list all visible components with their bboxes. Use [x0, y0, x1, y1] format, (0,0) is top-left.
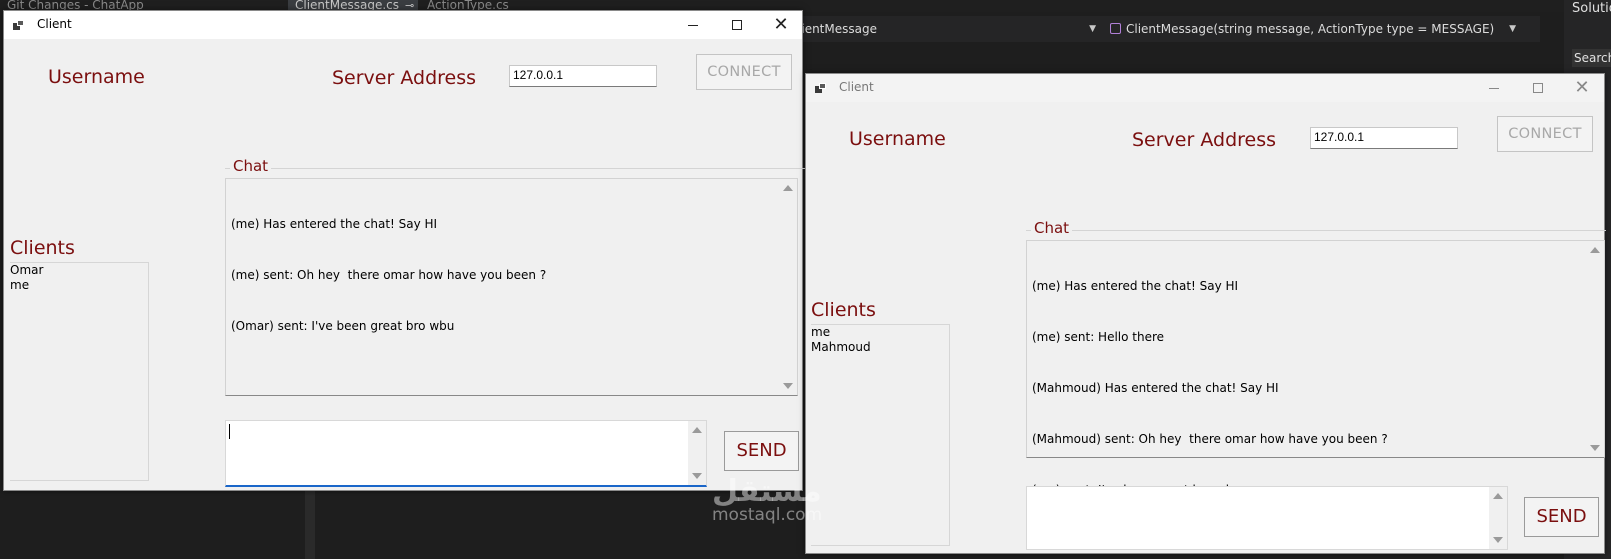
maximize-icon [1533, 83, 1543, 93]
clients-list[interactable]: Omar me [10, 262, 149, 481]
solution-explorer-title: Solutio [1572, 1, 1611, 16]
scroll-down-icon[interactable] [1590, 445, 1600, 451]
server-address-input[interactable]: 127.0.0.1 [509, 65, 657, 87]
scroll-down-icon[interactable] [692, 473, 702, 479]
chat-lines: (me) Has entered the chat! Say HI (me) s… [231, 182, 775, 369]
close-button[interactable]: ✕ [759, 11, 803, 39]
scroll-down-icon[interactable] [1493, 537, 1503, 543]
scroll-up-icon[interactable] [692, 427, 702, 433]
chat-line: (me) Has entered the chat! Say HI [231, 217, 438, 231]
maximize-button[interactable] [715, 11, 759, 39]
list-item[interactable]: me [10, 278, 148, 293]
send-button[interactable]: SEND [724, 431, 799, 471]
send-button[interactable]: SEND [1524, 497, 1599, 537]
chat-line: (me) Has entered the chat! Say HI [1032, 279, 1239, 293]
minimize-button[interactable] [1472, 74, 1516, 102]
maximize-icon [732, 20, 742, 30]
title-bar[interactable]: Client ✕ [806, 74, 1604, 102]
username-label: Username [48, 66, 145, 88]
client-window-2: Client ✕ Username Server Address 127.0.0… [805, 73, 1606, 554]
chat-history[interactable]: (me) Has entered the chat! Say HI (me) s… [225, 178, 798, 396]
chat-group [225, 168, 805, 169]
ide-navigation-bar: r.ClientMessage ▼ ClientMessage(string m… [780, 16, 1540, 42]
minimize-icon [1489, 87, 1499, 89]
app-icon [13, 20, 25, 31]
editor-gutter [305, 490, 315, 559]
title-bar[interactable]: Client ✕ [4, 11, 802, 39]
chat-scrollbar[interactable] [1586, 241, 1604, 457]
message-scrollbar[interactable] [688, 421, 706, 485]
chat-scrollbar[interactable] [779, 179, 797, 395]
watermark-latin: mostaql.com [712, 505, 823, 525]
watermark-arabic: مستقل [712, 474, 823, 509]
method-icon [1110, 23, 1121, 34]
chat-group-label: Chat [1031, 219, 1073, 237]
message-input[interactable] [225, 420, 707, 487]
chevron-down-icon: ▼ [1089, 24, 1096, 34]
scroll-up-icon[interactable] [1590, 247, 1600, 253]
text-caret [229, 424, 230, 439]
clients-label: Clients [10, 237, 75, 259]
connect-button[interactable]: CONNECT [696, 54, 792, 90]
chat-group [1026, 230, 1606, 231]
chat-line: (me) sent: Hello there [1032, 330, 1165, 344]
username-label: Username [849, 128, 946, 150]
type-selector[interactable]: r.ClientMessage ▼ [782, 19, 1100, 39]
message-input[interactable] [1026, 486, 1508, 550]
maximize-button[interactable] [1516, 74, 1560, 102]
chat-history[interactable]: (me) Has entered the chat! Say HI (me) s… [1026, 240, 1605, 497]
server-address-input[interactable]: 127.0.0.1 [1310, 127, 1458, 149]
scroll-down-icon[interactable] [783, 383, 793, 389]
chat-group-label: Chat [230, 157, 272, 175]
member-selector[interactable]: ClientMessage(string message, ActionType… [1110, 19, 1520, 39]
minimize-button[interactable] [671, 11, 715, 39]
connect-button[interactable]: CONNECT [1497, 116, 1593, 152]
scroll-up-icon[interactable] [783, 185, 793, 191]
server-address-label: Server Address [1132, 129, 1277, 151]
client-window-1: Client ✕ Username Server Address 127.0.0… [3, 10, 805, 491]
list-item[interactable]: Mahmoud [811, 340, 949, 355]
chat-line: (me) sent: Oh hey there omar how have yo… [231, 268, 547, 282]
watermark: مستقل mostaql.com [712, 474, 823, 525]
minimize-icon [688, 24, 698, 26]
window-title: Client [839, 80, 874, 94]
clients-label: Clients [811, 299, 876, 321]
list-item[interactable]: me [811, 325, 949, 340]
app-icon [815, 83, 827, 94]
chevron-down-icon: ▼ [1509, 24, 1516, 34]
chat-line: (Mahmoud) sent: Oh hey there omar how ha… [1032, 432, 1388, 446]
chat-line: (Omar) sent: I've been great bro wbu [231, 319, 455, 333]
scroll-up-icon[interactable] [1493, 493, 1503, 499]
message-scrollbar[interactable] [1489, 487, 1507, 549]
list-item[interactable]: Omar [10, 263, 148, 278]
close-icon: ✕ [1574, 77, 1590, 98]
server-address-label: Server Address [332, 67, 477, 89]
chat-line: (Mahmoud) Has entered the chat! Say HI [1032, 381, 1279, 395]
close-button[interactable]: ✕ [1560, 74, 1604, 102]
close-icon: ✕ [773, 14, 789, 35]
clients-list[interactable]: me Mahmoud [811, 324, 950, 546]
member-selector-value: ClientMessage(string message, ActionType… [1126, 22, 1495, 36]
window-title: Client [37, 17, 72, 31]
solution-search-input[interactable]: Search [1572, 49, 1611, 67]
